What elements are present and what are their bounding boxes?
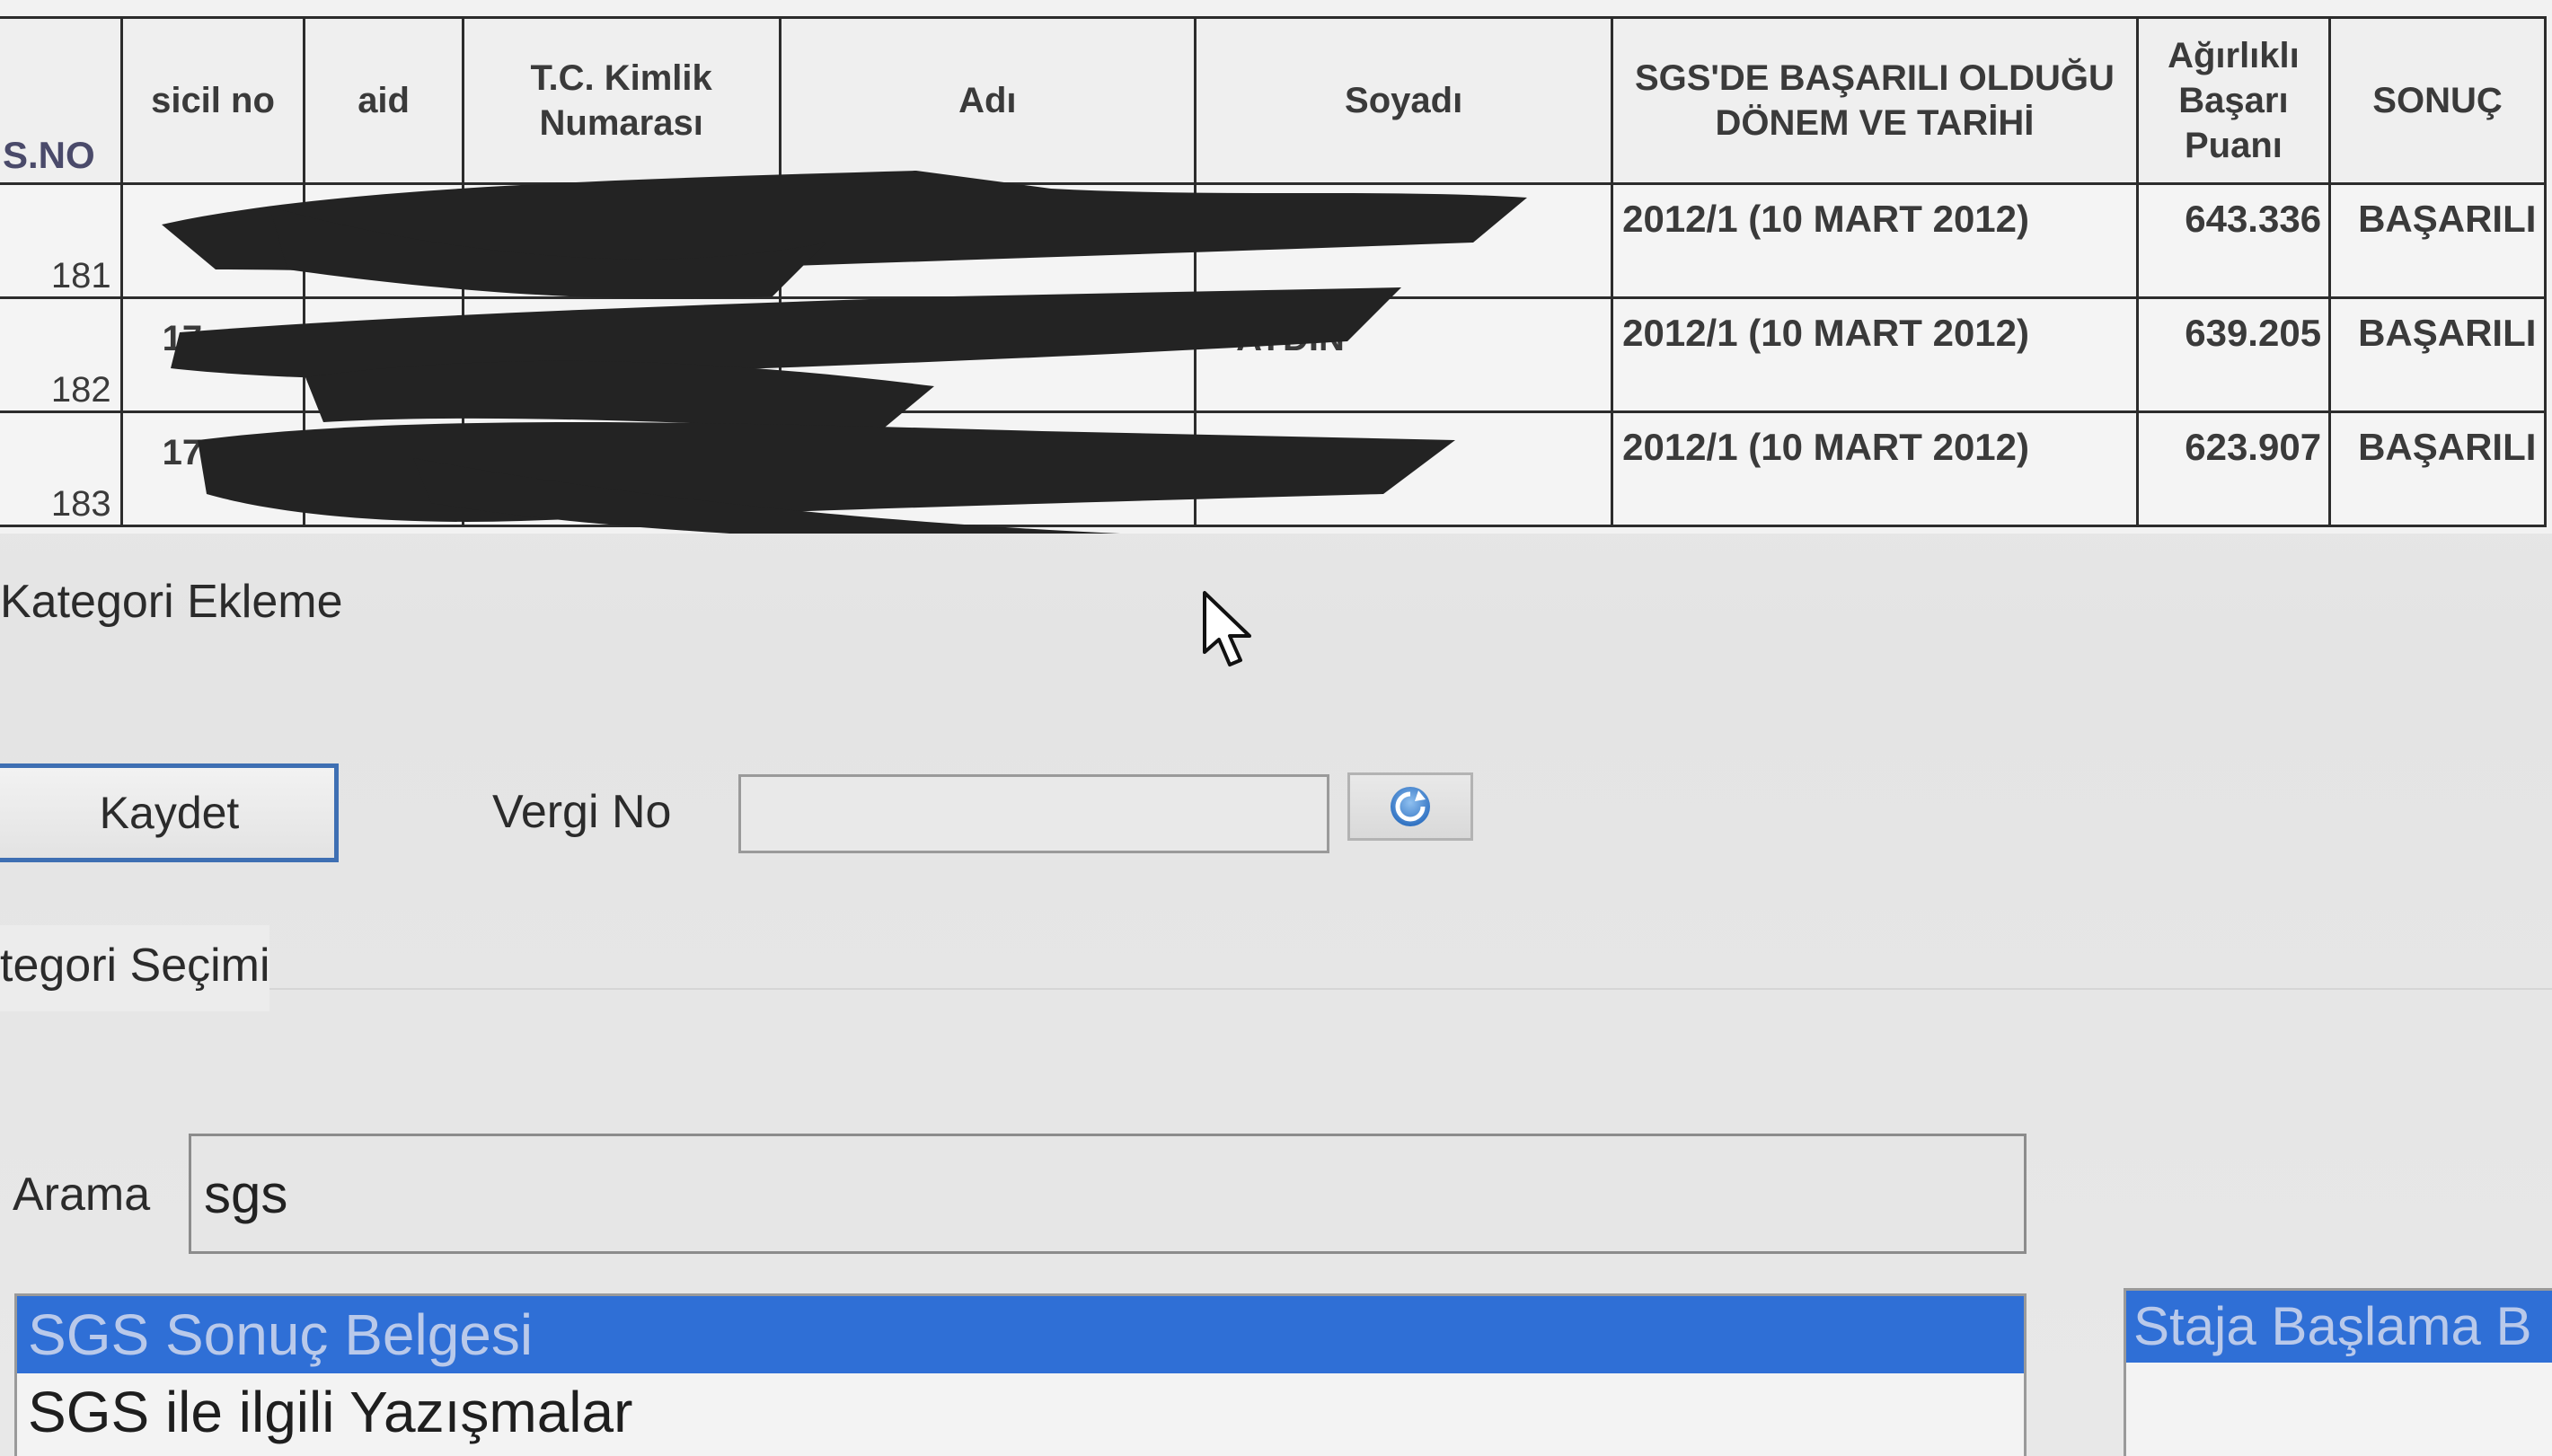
col-header-tc: T.C. Kimlik Numarası xyxy=(461,16,781,185)
cell-adi xyxy=(778,182,1197,299)
table-row: 183 174 2012/1 (10 MART 2012) 623.907 BA… xyxy=(0,410,2547,527)
tab-divider xyxy=(269,988,2552,990)
col-header-soyadi: Soyadı xyxy=(1194,16,1614,185)
cell-tc xyxy=(461,296,781,413)
cell-aid xyxy=(303,410,464,527)
cell-sno: 182 xyxy=(0,296,123,413)
cell-sonuc: BAŞARILI xyxy=(2328,410,2547,527)
col-header-aid: aid xyxy=(303,16,464,185)
col-header-adi: Adı xyxy=(778,16,1197,185)
cell-soyadi: AYDIN xyxy=(1194,296,1614,413)
cell-puan: 623.907 xyxy=(2135,410,2332,527)
cell-sicil: 174 xyxy=(119,410,306,527)
category-list[interactable]: SGS Sonuç Belgesi SGS ile ilgili Yazışma… xyxy=(14,1293,2027,1456)
cell-aid xyxy=(303,296,464,413)
list-item[interactable]: SGS ile ilgili Yazışmalar xyxy=(17,1373,2024,1451)
mouse-pointer-icon xyxy=(1203,591,1251,666)
cell-puan: 639.205 xyxy=(2135,296,2332,413)
cell-sicil xyxy=(119,182,306,299)
table-row: 182 17 AYDIN 2012/1 (10 MART 2012) 639.2… xyxy=(0,296,2547,413)
col-header-sonuc: SONUÇ xyxy=(2328,16,2547,185)
cell-sno: 181 xyxy=(0,182,123,299)
cell-adi xyxy=(778,296,1197,413)
cell-sonuc: BAŞARILI xyxy=(2328,296,2547,413)
results-table: S.NO sicil no aid T.C. Kimlik Numarası A… xyxy=(0,16,2547,527)
cell-donem: 2012/1 (10 MART 2012) xyxy=(1611,410,2139,527)
cell-sno: 183 xyxy=(0,410,123,527)
screen: S.NO sicil no aid T.C. Kimlik Numarası A… xyxy=(0,0,2552,1456)
list-item-selected[interactable]: Staja Başlama B xyxy=(2126,1291,2552,1363)
cell-soyadi xyxy=(1194,182,1614,299)
section-title-kategori-secimi: tegori Seçimi xyxy=(0,940,270,992)
results-table-area: S.NO sicil no aid T.C. Kimlik Numarası A… xyxy=(0,0,2552,534)
cell-tc xyxy=(461,410,781,527)
col-header-sno: S.NO xyxy=(0,16,123,185)
cell-donem: 2012/1 (10 MART 2012) xyxy=(1611,182,2139,299)
table-row: 181 2012/1 (10 MART 2012) 643.336 BAŞARI… xyxy=(0,182,2547,299)
vergi-no-input[interactable] xyxy=(738,774,1329,853)
save-button-label: Kaydet xyxy=(99,788,240,838)
search-input[interactable] xyxy=(189,1134,2027,1254)
cell-puan: 643.336 xyxy=(2135,182,2332,299)
col-header-puan: Ağırlıklı Başarı Puanı xyxy=(2135,16,2332,185)
col-header-donem: SGS'DE BAŞARILI OLDUĞU DÖNEM VE TARİHİ xyxy=(1611,16,2139,185)
col-header-sicil: sicil no xyxy=(119,16,306,185)
cell-tc xyxy=(461,182,781,299)
cell-soyadi xyxy=(1194,410,1614,527)
cell-sicil: 17 xyxy=(119,296,306,413)
search-label: Arama xyxy=(13,1169,151,1221)
refresh-button[interactable] xyxy=(1347,772,1473,841)
cell-aid xyxy=(303,182,464,299)
refresh-icon xyxy=(1391,787,1430,826)
save-button[interactable]: Kaydet xyxy=(0,763,339,862)
list-item-selected[interactable]: SGS Sonuç Belgesi xyxy=(17,1296,2024,1373)
vergi-no-label: Vergi No xyxy=(492,786,672,838)
secondary-category-list[interactable]: Staja Başlama B xyxy=(2124,1288,2552,1456)
cell-sonuc: BAŞARILI xyxy=(2328,182,2547,299)
cell-donem: 2012/1 (10 MART 2012) xyxy=(1611,296,2139,413)
cell-adi xyxy=(778,410,1197,527)
table-header-row: S.NO sicil no aid T.C. Kimlik Numarası A… xyxy=(0,16,2547,185)
section-title-kategori-ekleme: Kategori Ekleme xyxy=(0,576,343,628)
